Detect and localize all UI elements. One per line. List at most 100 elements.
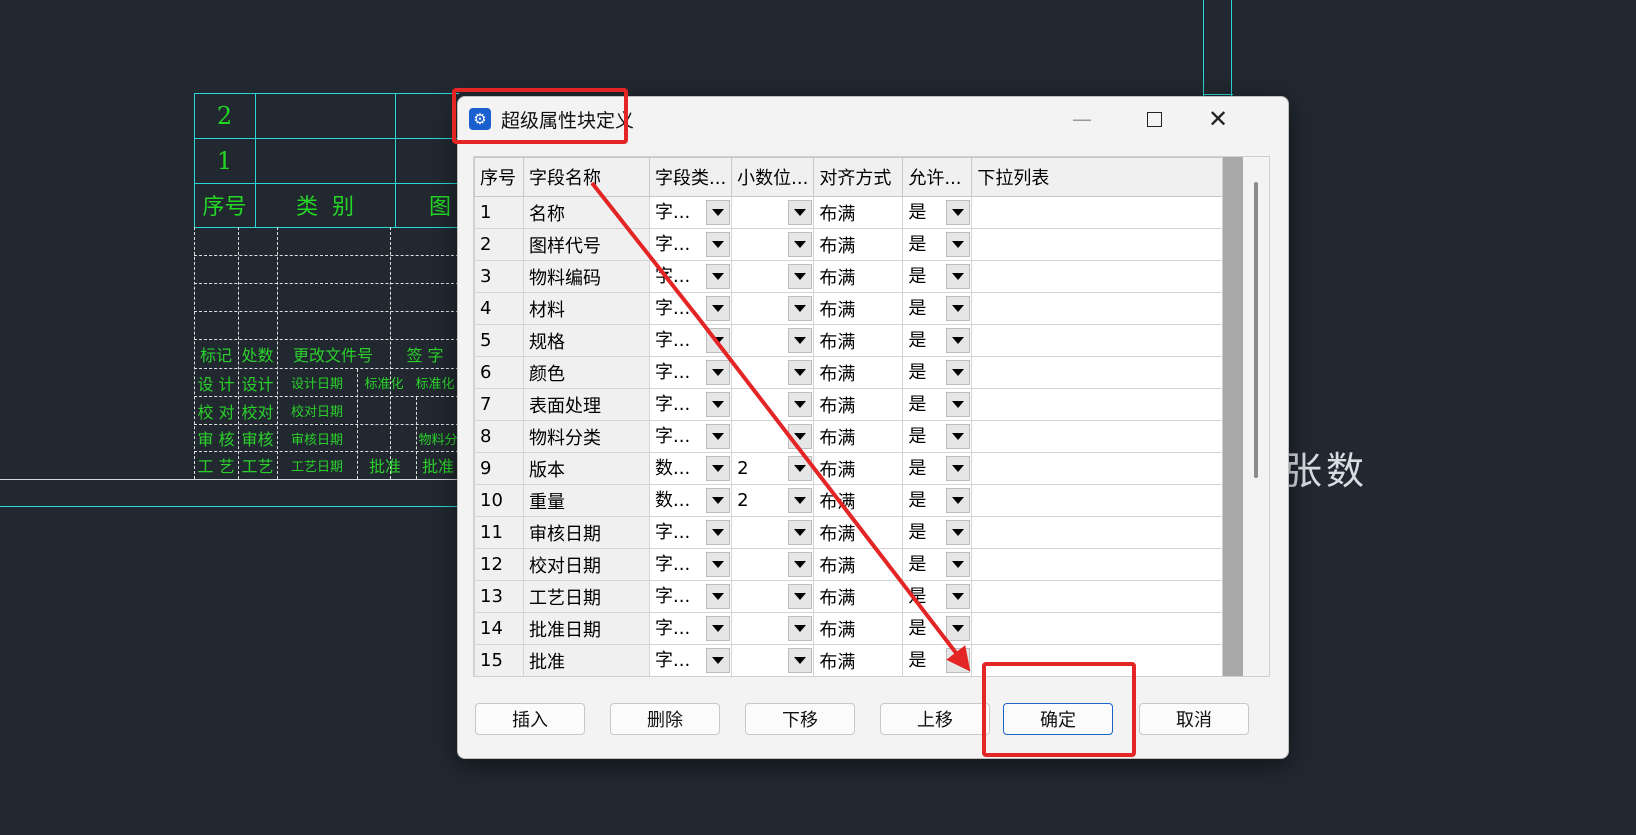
table-row[interactable]: 11 审核日期 字... 布满是	[474, 516, 1241, 549]
allow-cell-combo[interactable]: 是	[908, 646, 971, 676]
scrollbar-thumb[interactable]	[1254, 182, 1258, 478]
field-type-cell[interactable]: 字...	[648, 580, 733, 613]
dropdown-arrow-icon[interactable]	[706, 648, 731, 673]
row-index-cell[interactable]: 12	[474, 548, 524, 581]
alignment-cell[interactable]: 布满	[813, 548, 904, 581]
allow-cell-combo[interactable]: 是	[908, 390, 971, 420]
table-row[interactable]: 14 批准日期 字... 布满是	[474, 612, 1241, 645]
allow-cell-combo[interactable]: 是	[908, 326, 971, 356]
dropdown-arrow-icon[interactable]	[946, 584, 971, 609]
decimal-places-cell-combo[interactable]: 2	[737, 486, 813, 516]
field-type-cell[interactable]: 字...	[648, 388, 733, 421]
insert-button[interactable]: 插入	[475, 703, 585, 735]
close-button[interactable]: ✕	[1184, 97, 1252, 141]
dropdown-list-cell[interactable]	[971, 196, 1241, 229]
allow-cell-combo[interactable]: 是	[908, 486, 971, 516]
dropdown-arrow-icon[interactable]	[946, 200, 971, 225]
alignment-cell[interactable]: 布满	[813, 196, 904, 229]
dropdown-arrow-icon[interactable]	[788, 296, 813, 321]
decimal-places-cell[interactable]	[731, 292, 815, 325]
decimal-places-cell-combo[interactable]	[737, 518, 813, 548]
alignment-cell[interactable]: 布满	[813, 324, 904, 357]
dropdown-arrow-icon[interactable]	[706, 264, 731, 289]
dropdown-list-cell[interactable]	[971, 324, 1241, 357]
minimize-button[interactable]: —	[1048, 97, 1116, 141]
field-name-cell[interactable]: 批准日期	[523, 612, 650, 645]
dropdown-list-cell[interactable]	[971, 580, 1241, 613]
row-index-cell[interactable]: 11	[474, 516, 524, 549]
dropdown-arrow-icon[interactable]	[706, 328, 731, 353]
dropdown-arrow-icon[interactable]	[788, 584, 813, 609]
allow-cell[interactable]: 是	[902, 228, 973, 261]
field-type-cell-combo[interactable]: 字...	[655, 294, 731, 324]
table-row[interactable]: 10 重量 数... 2 布满是	[474, 484, 1241, 517]
field-name-cell[interactable]: 物料编码	[523, 260, 650, 293]
field-name-cell[interactable]: 审核日期	[523, 516, 650, 549]
decimal-places-cell-combo[interactable]	[737, 422, 813, 452]
allow-cell[interactable]: 是	[902, 580, 973, 613]
decimal-places-cell[interactable]	[731, 580, 815, 613]
dropdown-arrow-icon[interactable]	[946, 296, 971, 321]
dropdown-arrow-icon[interactable]	[706, 488, 731, 513]
decimal-places-cell-combo[interactable]	[737, 390, 813, 420]
field-type-cell-combo[interactable]: 字...	[655, 550, 731, 580]
dropdown-arrow-icon[interactable]	[946, 616, 971, 641]
dropdown-arrow-icon[interactable]	[946, 456, 971, 481]
dropdown-arrow-icon[interactable]	[706, 584, 731, 609]
field-definition-grid[interactable]: 序号 字段名称 字段类... 小数位... 对齐方式 允许... 下拉列表 1名…	[473, 156, 1270, 677]
decimal-places-cell-combo[interactable]: 2	[737, 454, 813, 484]
alignment-cell[interactable]: 布满	[813, 644, 904, 676]
field-type-cell[interactable]: 字...	[648, 356, 733, 389]
alignment-cell[interactable]: 布满	[813, 292, 904, 325]
alignment-cell[interactable]: 布满	[813, 260, 904, 293]
allow-cell-combo[interactable]: 是	[908, 582, 971, 612]
decimal-places-cell[interactable]	[731, 548, 815, 581]
delete-button[interactable]: 删除	[610, 703, 720, 735]
decimal-places-cell[interactable]: 2	[731, 452, 815, 485]
field-type-cell[interactable]: 数...	[648, 484, 733, 517]
allow-cell-combo[interactable]: 是	[908, 550, 971, 580]
field-type-cell-combo[interactable]: 字...	[655, 614, 731, 644]
field-name-cell[interactable]: 图样代号	[523, 228, 650, 261]
table-row[interactable]: 2 图样代号 字... 布满是	[474, 228, 1241, 261]
dropdown-arrow-icon[interactable]	[788, 488, 813, 513]
dropdown-arrow-icon[interactable]	[788, 392, 813, 417]
column-header-allow[interactable]: 允许...	[902, 157, 973, 197]
dropdown-list-cell[interactable]	[971, 420, 1241, 453]
dropdown-arrow-icon[interactable]	[706, 424, 731, 449]
row-index-cell[interactable]: 5	[474, 324, 524, 357]
alignment-cell[interactable]: 布满	[813, 356, 904, 389]
dropdown-arrow-icon[interactable]	[706, 616, 731, 641]
field-type-cell-combo[interactable]: 字...	[655, 230, 731, 260]
decimal-places-cell[interactable]	[731, 228, 815, 261]
field-type-cell[interactable]: 字...	[648, 612, 733, 645]
allow-cell[interactable]: 是	[902, 260, 973, 293]
decimal-places-cell[interactable]: 2	[731, 484, 815, 517]
allow-cell[interactable]: 是	[902, 196, 973, 229]
field-name-cell[interactable]: 物料分类	[523, 420, 650, 453]
dropdown-arrow-icon[interactable]	[946, 424, 971, 449]
decimal-places-cell-combo[interactable]	[737, 198, 813, 228]
field-type-cell-combo[interactable]: 字...	[655, 358, 731, 388]
field-name-cell[interactable]: 颜色	[523, 356, 650, 389]
dropdown-list-cell[interactable]	[971, 260, 1241, 293]
table-row[interactable]: 4 材料 字... 布满是	[474, 292, 1241, 325]
allow-cell-combo[interactable]: 是	[908, 454, 971, 484]
dropdown-arrow-icon[interactable]	[788, 552, 813, 577]
alignment-cell[interactable]: 布满	[813, 516, 904, 549]
decimal-places-cell-combo[interactable]	[737, 550, 813, 580]
table-row[interactable]: 13 工艺日期 字... 布满是	[474, 580, 1241, 613]
dropdown-arrow-icon[interactable]	[946, 360, 971, 385]
column-header-field-name[interactable]: 字段名称	[523, 157, 650, 197]
decimal-places-cell-combo[interactable]	[737, 358, 813, 388]
field-type-cell-combo[interactable]: 字...	[655, 198, 731, 228]
field-name-cell[interactable]: 工艺日期	[523, 580, 650, 613]
allow-cell-combo[interactable]: 是	[908, 422, 971, 452]
allow-cell[interactable]: 是	[902, 612, 973, 645]
grid-vertical-scrollbar[interactable]	[1222, 157, 1269, 676]
dropdown-arrow-icon[interactable]	[946, 488, 971, 513]
row-index-cell[interactable]: 1	[474, 196, 524, 229]
field-type-cell[interactable]: 字...	[648, 644, 733, 676]
field-type-cell-combo[interactable]: 字...	[655, 390, 731, 420]
decimal-places-cell[interactable]	[731, 388, 815, 421]
